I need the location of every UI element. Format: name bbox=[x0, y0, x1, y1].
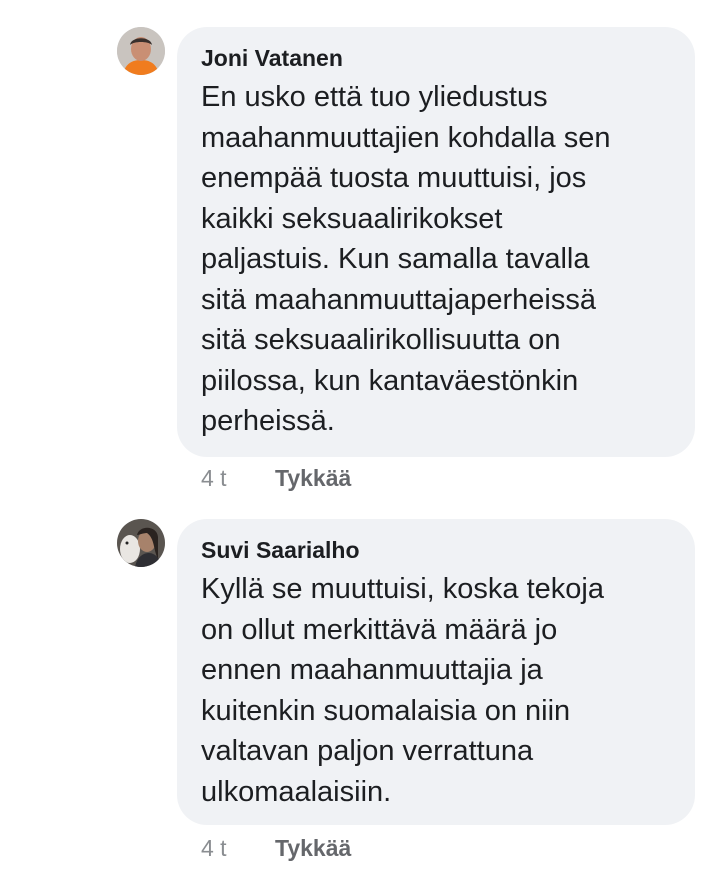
comment-author[interactable]: Suvi Saarialho bbox=[201, 535, 671, 565]
comment-timestamp[interactable]: 4 t bbox=[201, 833, 275, 863]
like-button[interactable]: Tykkää bbox=[275, 465, 351, 491]
profile-photo-icon bbox=[117, 519, 165, 567]
comment-text: Kyllä se muuttuisi, koska tekoja on ollu… bbox=[201, 573, 604, 808]
comment-author[interactable]: Joni Vatanen bbox=[201, 43, 671, 73]
comment-text: En usko että tuo yliedustus maahanmuutta… bbox=[201, 81, 611, 437]
profile-photo-icon bbox=[117, 27, 165, 75]
like-button[interactable]: Tykkää bbox=[275, 835, 351, 861]
comment-timestamp[interactable]: 4 t bbox=[201, 463, 275, 493]
comment-meta: 4 t Tykkää bbox=[201, 833, 351, 863]
avatar[interactable] bbox=[117, 519, 165, 567]
avatar[interactable] bbox=[117, 27, 165, 75]
comment-bubble: Suvi Saarialho Kyllä se muuttuisi, koska… bbox=[177, 519, 695, 825]
comment-bubble: Joni Vatanen En usko että tuo yliedustus… bbox=[177, 27, 695, 457]
comment-meta: 4 t Tykkää bbox=[201, 463, 351, 493]
